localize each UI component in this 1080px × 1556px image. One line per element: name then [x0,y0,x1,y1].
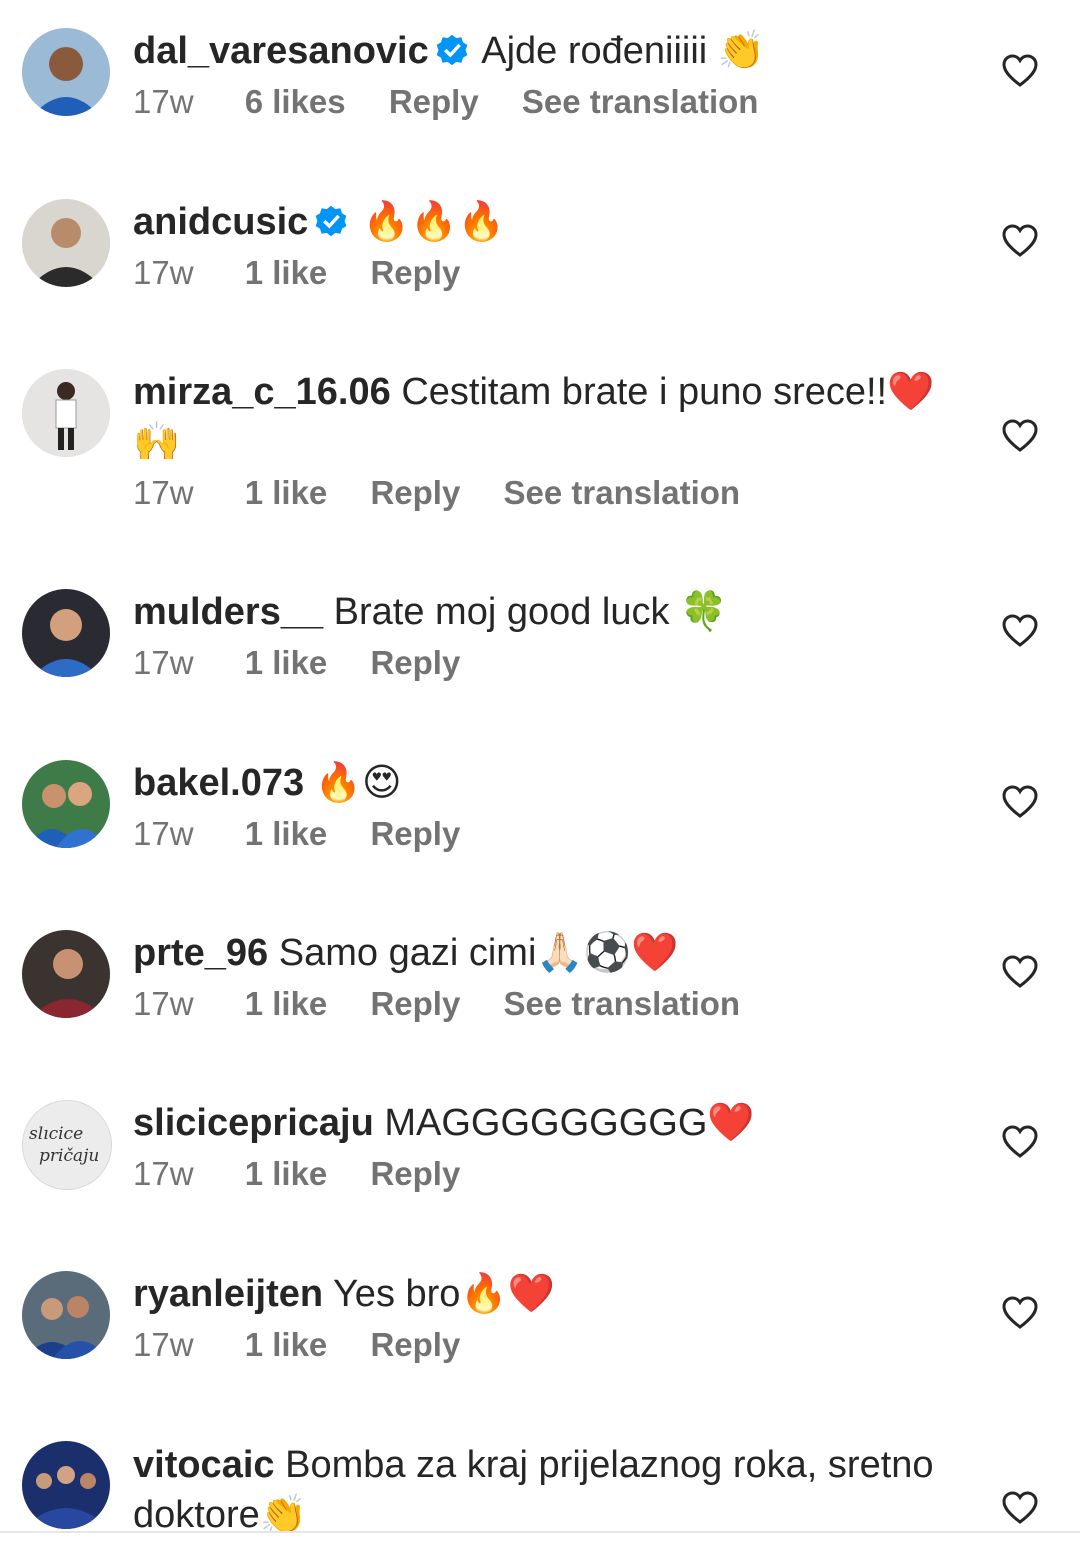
reply-button[interactable]: Reply [370,643,460,683]
avatar[interactable] [22,369,110,457]
comment-meta: 17w 6 likes Reply See translation [133,82,953,122]
comment-meta: 17w 1 like Reply See translation [133,984,953,1024]
heart-icon[interactable] [1002,1125,1038,1159]
avatar[interactable] [22,28,110,116]
username[interactable]: anidcusic [133,201,308,243]
reply-button[interactable]: Reply [370,473,460,513]
slicice-pricaju-logo: slıcice pričaju [23,1101,111,1189]
username[interactable]: bakel.073 [133,762,304,804]
timestamp: 17w [133,474,194,511]
username[interactable]: vitocaic [133,1444,275,1486]
timestamp: 17w [133,985,194,1022]
reply-button[interactable]: Reply [389,82,479,122]
heart-icon[interactable] [1002,224,1038,258]
avatar[interactable] [22,1271,110,1359]
reply-button[interactable]: Reply [370,253,460,293]
likes-count[interactable]: 1 like [245,814,328,854]
reply-button[interactable]: Reply [370,984,460,1024]
username[interactable]: ryanleijten [133,1273,323,1315]
username[interactable]: dal_varesanovic [133,30,429,72]
comment-meta: 17w 1 like Reply [133,814,953,854]
see-translation-button[interactable]: See translation [504,984,741,1024]
comment-meta: 17w 1 like Reply [133,253,953,293]
avatar[interactable] [22,589,110,677]
divider [0,1531,1080,1533]
avatar[interactable]: slıcice pričaju [22,1100,112,1190]
avatar[interactable] [22,1441,110,1529]
heart-icon[interactable] [1002,785,1038,819]
heart-icon[interactable] [1002,614,1038,648]
likes-count[interactable]: 6 likes [245,82,346,122]
reply-button[interactable]: Reply [370,814,460,854]
likes-count[interactable]: 1 like [245,473,328,513]
see-translation-button[interactable]: See translation [522,82,759,122]
comment-text: 🔥🔥🔥 [362,201,505,243]
svg-text:pričaju: pričaju [39,1146,99,1166]
username[interactable]: mulders__ [133,591,323,633]
timestamp: 17w [133,815,194,852]
reply-button[interactable]: Reply [370,1325,460,1365]
username[interactable]: mirza_c_16.06 [133,371,391,413]
comment-text: Samo gazi cimi🙏🏻⚽❤️ [278,932,679,974]
avatar[interactable] [22,760,110,848]
comment-text: Brate moj good luck 🍀 [333,591,728,633]
heart-icon[interactable] [1002,419,1038,453]
comment-meta: 17w 1 like Reply [133,1154,953,1194]
comment-meta: 17w 1 like Reply See translation [133,473,953,513]
heart-icon[interactable] [1002,1296,1038,1330]
comment-text: Yes bro🔥❤️ [332,1273,556,1315]
timestamp: 17w [133,1326,194,1363]
avatar[interactable] [22,199,110,287]
timestamp: 17w [133,254,194,291]
timestamp: 17w [133,1155,194,1192]
likes-count[interactable]: 1 like [245,253,328,293]
heart-icon[interactable] [1002,955,1038,989]
heart-icon[interactable] [1002,1491,1038,1525]
username[interactable]: prte_96 [133,932,268,974]
likes-count[interactable]: 1 like [245,984,328,1024]
svg-text:slıcice: slıcice [29,1124,83,1144]
heart-icon[interactable] [1002,54,1038,88]
likes-count[interactable]: 1 like [245,1325,328,1365]
comment-meta: 17w 1 like Reply [133,1325,953,1365]
likes-count[interactable]: 1 like [245,1154,328,1194]
comment-text: Ajde rođeniiiii 👏 [481,30,766,72]
timestamp: 17w [133,644,194,681]
comment-text: MAGGGGGGGGG❤️ [384,1102,755,1144]
comment-meta: 17w 1 like Reply [133,643,953,683]
timestamp: 17w [133,83,194,120]
avatar[interactable] [22,930,110,1018]
verified-badge-icon [436,34,468,66]
reply-button[interactable]: Reply [370,1154,460,1194]
see-translation-button[interactable]: See translation [504,473,741,513]
comment-text: 🔥😍 [314,762,402,804]
verified-badge-icon [315,205,347,237]
username[interactable]: slicicepricaju [133,1102,374,1144]
likes-count[interactable]: 1 like [245,643,328,683]
